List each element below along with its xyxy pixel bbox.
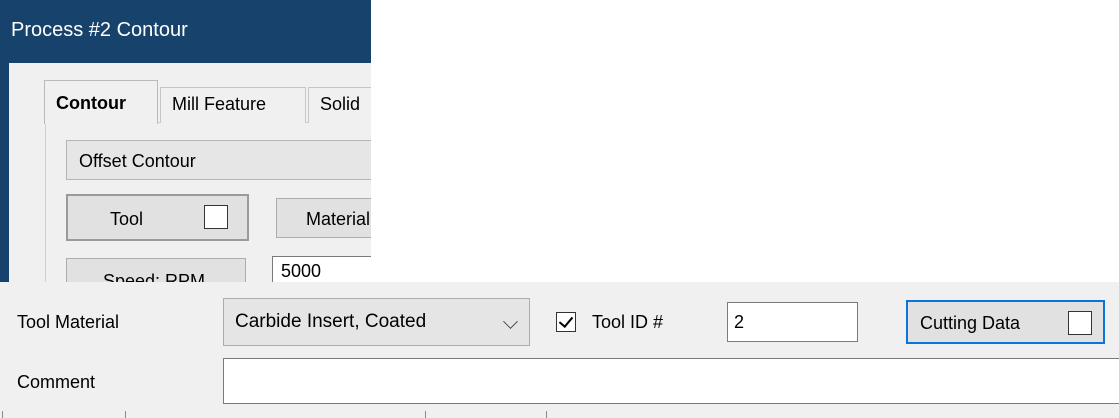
tab-contour[interactable]: Contour <box>44 80 158 124</box>
bottom-edge-partial-controls <box>0 411 1119 418</box>
speed-rpm-input[interactable]: 5000 <box>272 256 371 282</box>
cutting-data-label: Cutting Data <box>920 313 1021 333</box>
contour-mode-select[interactable]: Offset Contour <box>66 140 371 180</box>
speed-rpm-button[interactable]: Speed: RPM <box>66 258 246 282</box>
tab-solid[interactable]: Solid <box>308 87 371 123</box>
tool-material-label: Tool Material <box>17 312 120 332</box>
tool-button[interactable]: Tool <box>66 194 249 241</box>
divider <box>425 411 426 418</box>
tab-mill-feature[interactable]: Mill Feature <box>160 87 306 123</box>
cutting-data-checkbox[interactable] <box>1068 311 1092 335</box>
dialog-title: Process #2 Contour <box>11 19 188 41</box>
tool-id-input[interactable]: 2 <box>727 302 858 342</box>
tool-button-label: Tool <box>110 209 144 229</box>
material-button[interactable]: Material <box>276 198 371 238</box>
tool-id-label: Tool ID # <box>592 312 664 332</box>
tool-checkbox[interactable] <box>204 205 228 229</box>
material-button-label: Material <box>306 209 371 229</box>
divider <box>125 411 126 418</box>
tool-material-value: Carbide Insert, Coated <box>235 311 427 332</box>
cutting-data-button[interactable]: Cutting Data <box>906 300 1105 344</box>
chevron-down-icon <box>503 314 518 329</box>
speed-rpm-button-label: Speed: RPM <box>103 271 206 282</box>
divider <box>2 411 3 418</box>
dialog-title-bar: Process #2 Contour <box>0 0 371 63</box>
tool-material-select[interactable]: Carbide Insert, Coated <box>223 298 530 346</box>
divider <box>546 411 547 418</box>
comment-input[interactable] <box>223 358 1119 404</box>
comment-label: Comment <box>17 372 96 392</box>
process-dialog: Process #2 Contour Contour Mill Feature … <box>0 0 371 282</box>
tool-id-checkbox[interactable] <box>556 312 576 332</box>
dialog-frame-border <box>0 63 9 282</box>
